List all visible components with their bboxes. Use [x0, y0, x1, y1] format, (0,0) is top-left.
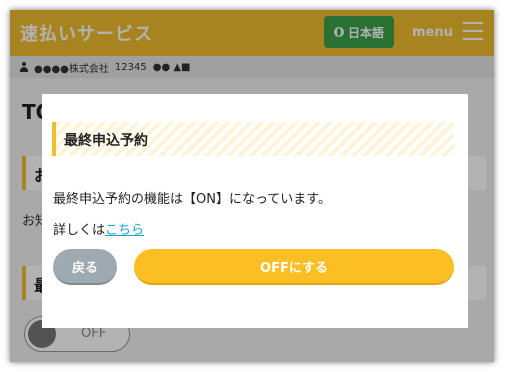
dialog-title: 最終申込予約 — [64, 133, 148, 149]
back-button[interactable]: 戻る — [53, 249, 117, 285]
final-reservation-dialog: 最終申込予約 最終申込予約の機能は【ON】になっています。 詳しくはこちら 戻る… — [42, 94, 468, 328]
details-prefix: 詳しくは — [53, 223, 106, 238]
app-frame: 速払いサービス 日本語 menu ●●●●株式会社 12345 ●● ▲■ TO… — [10, 10, 494, 362]
dialog-message: 最終申込予約の機能は【ON】になっています。 — [53, 192, 332, 207]
turn-off-button[interactable]: OFFにする — [134, 249, 454, 285]
dialog-details-line: 詳しくはこちら — [53, 219, 144, 238]
details-link[interactable]: こちら — [105, 223, 144, 238]
dialog-title-bar: 最終申込予約 — [52, 122, 454, 156]
